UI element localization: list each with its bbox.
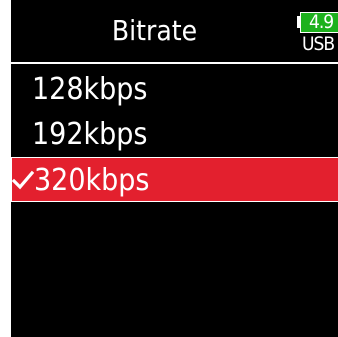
device-screen: Bitrate 4.9 USB 128kbps 192kbps 320kbps — [11, 0, 338, 337]
list-item-128kbps[interactable]: 128kbps — [11, 67, 338, 112]
power-source-label: USB — [302, 33, 335, 55]
battery-level-fill: 4.9 — [300, 11, 338, 33]
list-item-label: 192kbps — [32, 117, 148, 152]
page-title: Bitrate — [111, 14, 198, 47]
bitrate-list: 128kbps 192kbps 320kbps — [11, 67, 338, 202]
check-icon — [12, 170, 34, 189]
header-divider — [11, 62, 338, 64]
list-item-320kbps[interactable]: 320kbps — [11, 157, 338, 202]
power-status: 4.9 USB — [297, 11, 338, 60]
battery-icon: 4.9 — [297, 11, 338, 33]
list-item-label: 128kbps — [32, 72, 148, 107]
list-item-label: 320kbps — [34, 163, 150, 198]
battery-voltage: 4.9 — [309, 11, 334, 33]
list-item-192kbps[interactable]: 192kbps — [11, 112, 338, 157]
